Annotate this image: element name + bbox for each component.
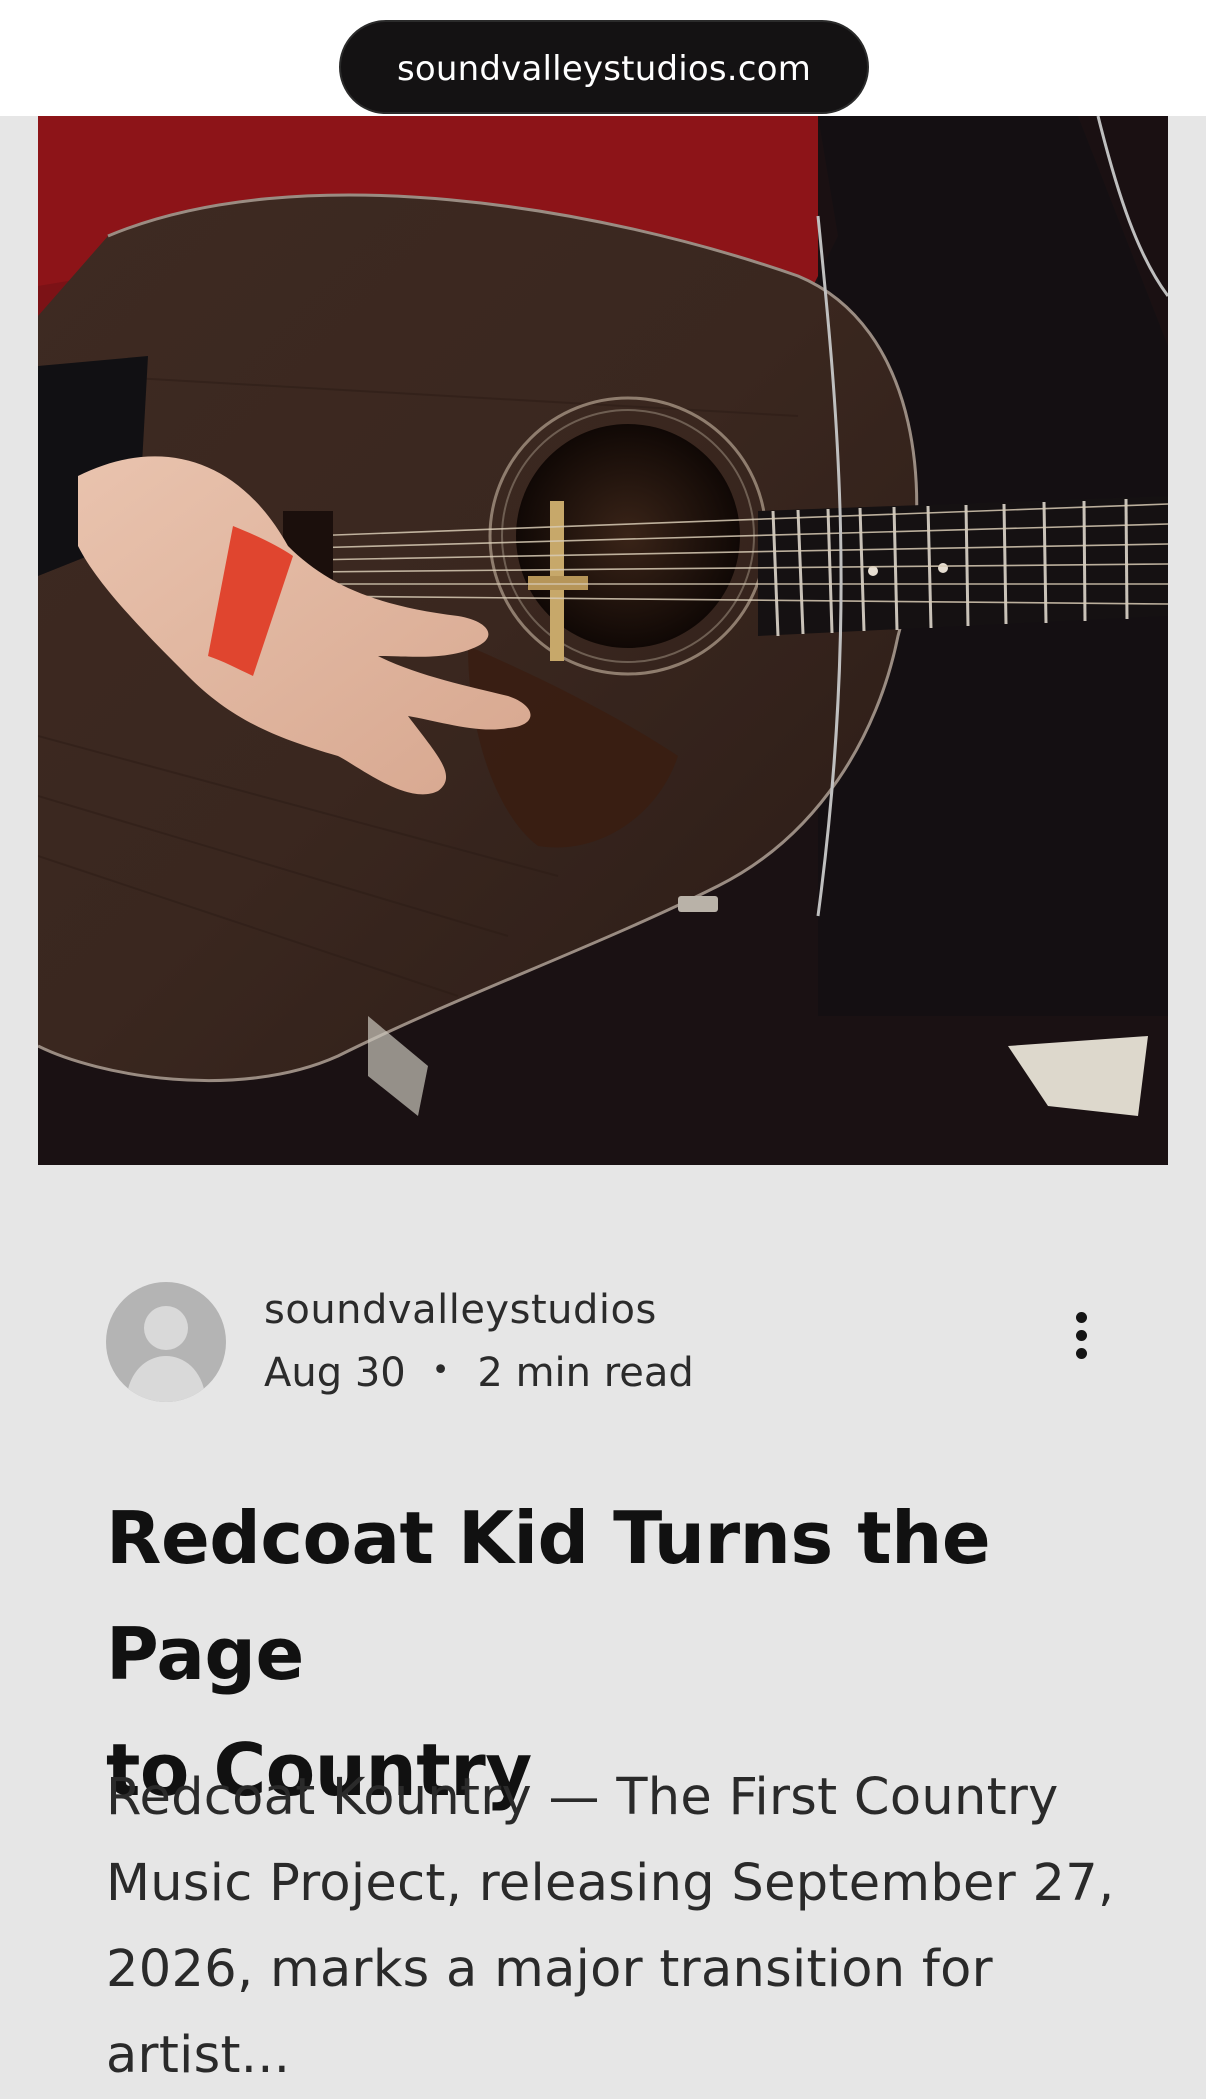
post-title-line-1: Redcoat Kid Turns the Page — [106, 1496, 991, 1696]
more-vertical-icon[interactable] — [1066, 1312, 1096, 1372]
post-author-row: soundvalleystudios Aug 30 • 2 min read — [106, 1282, 1106, 1407]
author-avatar[interactable] — [106, 1282, 226, 1402]
excerpt-line-3: 2026, marks a major transition for artis… — [106, 1940, 993, 2085]
excerpt-line-1: Redcoat Kountry — The First Country — [106, 1768, 1059, 1827]
post-date: Aug 30 — [264, 1350, 406, 1396]
author-name[interactable]: soundvalleystudios — [264, 1290, 657, 1330]
post-meta: Aug 30 • 2 min read — [264, 1353, 694, 1393]
read-time: 2 min read — [477, 1350, 694, 1396]
browser-top-bar: soundvalleystudios.com — [0, 0, 1206, 116]
url-bar[interactable]: soundvalleystudios.com — [339, 20, 869, 114]
meta-separator: • — [431, 1353, 450, 1388]
user-silhouette-icon — [126, 1306, 206, 1402]
excerpt-line-2: Music Project, releasing September 27, — [106, 1854, 1115, 1913]
hero-image — [38, 116, 1168, 1165]
post-excerpt[interactable]: Redcoat Kountry — The First Country Musi… — [106, 1755, 1116, 2099]
